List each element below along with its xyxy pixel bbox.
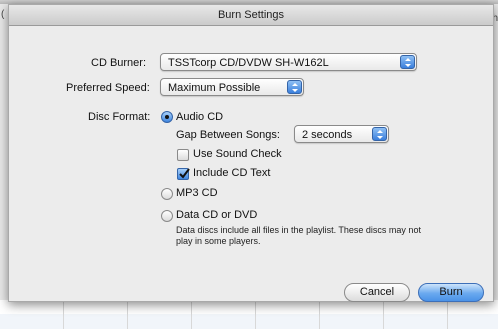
cd-burner-label: CD Burner: [91, 57, 147, 69]
include-cd-text-checkbox[interactable] [177, 168, 190, 180]
cd-burner-popup[interactable]: TSSTcorp CD/DVDW SH-W162L [160, 53, 417, 71]
cd-burner-value: TSSTcorp CD/DVDW SH-W162L [168, 57, 329, 69]
preferred-speed-popup[interactable]: Maximum Possible [160, 78, 304, 96]
radio-selected-dot [165, 115, 169, 119]
include-cd-text-label[interactable]: Include CD Text [193, 167, 270, 179]
dialog-title: Burn Settings [9, 5, 493, 26]
mp3-cd-radio[interactable] [161, 188, 173, 200]
preferred-speed-label: Preferred Speed: [66, 82, 150, 94]
cancel-button[interactable]: Cancel [344, 283, 410, 302]
burn-settings-dialog: Burn Settings CD Burner: TSSTcorp CD/DVD… [8, 4, 494, 302]
gap-between-songs-popup[interactable]: 2 seconds [294, 125, 389, 143]
popup-arrows-icon [372, 127, 387, 141]
use-sound-check-label[interactable]: Use Sound Check [193, 148, 282, 160]
popup-arrows-icon [400, 55, 415, 69]
disc-format-label: Disc Format: [88, 111, 151, 123]
background-playlist-grid [0, 300, 498, 329]
burn-button[interactable]: Burn [418, 283, 484, 302]
mp3-cd-label[interactable]: MP3 CD [176, 187, 218, 199]
data-disc-note: Data discs include all files in the play… [176, 225, 421, 246]
checkmark-icon [179, 168, 190, 179]
gap-between-songs-label: Gap Between Songs: [176, 129, 280, 141]
gap-between-songs-value: 2 seconds [302, 129, 353, 141]
data-cd-radio[interactable] [161, 210, 173, 222]
audio-cd-radio[interactable] [161, 111, 173, 123]
popup-arrows-icon [287, 80, 302, 94]
preferred-speed-value: Maximum Possible [168, 82, 261, 94]
background-left-text: ( [1, 9, 5, 20]
data-cd-label[interactable]: Data CD or DVD [176, 209, 257, 221]
background-left-edge [0, 4, 8, 300]
audio-cd-label[interactable]: Audio CD [176, 111, 223, 123]
use-sound-check-checkbox[interactable] [177, 149, 189, 161]
